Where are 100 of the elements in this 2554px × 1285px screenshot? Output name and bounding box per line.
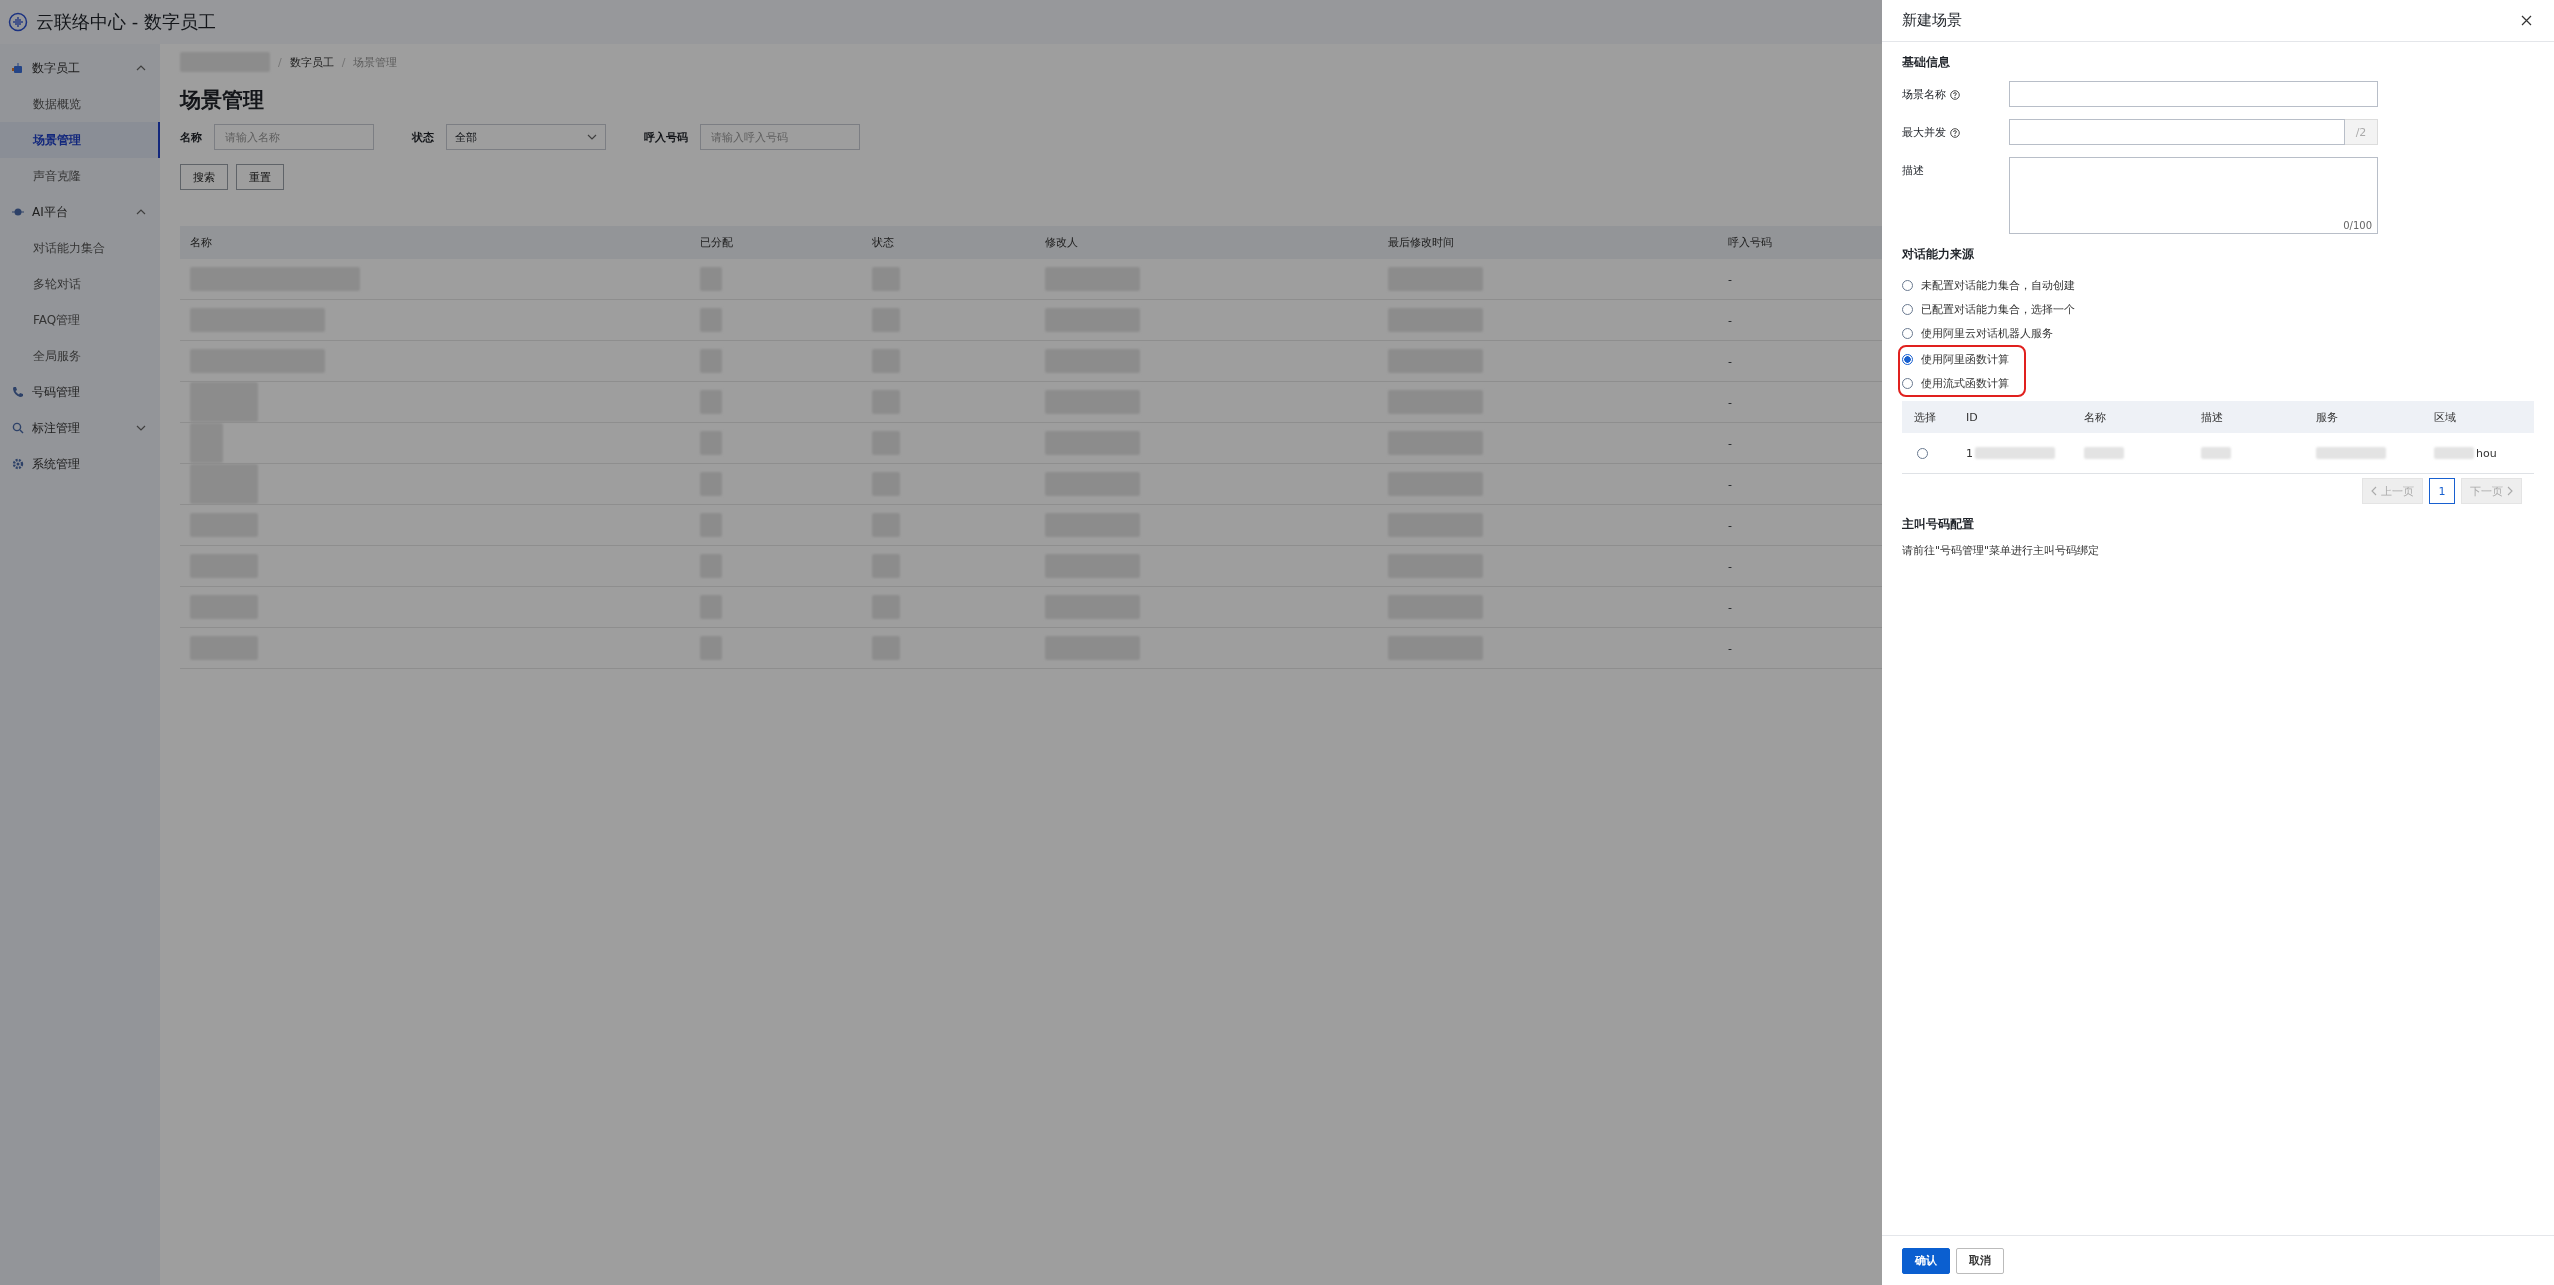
close-button[interactable] [2519,13,2534,28]
radio-label: 未配置对话能力集合，自动创建 [1921,277,2075,293]
help-icon [1950,89,1960,100]
sidebar-group[interactable]: 数字员工 [0,50,160,86]
table-cell: - [1728,641,1732,655]
field-label: 最大并发 [1902,125,1946,140]
radio-unchecked[interactable] [1902,327,1913,339]
column-header: 描述 [2200,409,2224,425]
confirm-button[interactable]: 确认 [1902,1247,1950,1274]
section-title: 基础信息 [1902,54,1951,71]
radio-option[interactable]: 使用流式函数计算 [1902,371,2024,395]
chevron-left-icon [2371,486,2377,496]
sidebar-group[interactable]: 标注管理 [0,410,160,446]
group-label: 系统管理 [32,455,81,473]
group-label: 号码管理 [32,383,81,401]
field-label: 描述 [1902,163,1924,178]
table-cell: - [1728,354,1732,368]
table-cell: - [1728,272,1732,286]
group-label: 标注管理 [32,419,81,437]
sidebar-item[interactable]: FAQ管理 [0,302,160,338]
status-select[interactable]: 全部 [446,124,606,150]
chevron-up-icon [136,209,146,215]
redacted-block [2434,447,2474,459]
textarea-field[interactable] [2009,157,2378,234]
radio-checked[interactable] [1902,353,1913,365]
column-header: 已分配 [700,235,733,250]
group-label: 数字员工 [32,59,81,77]
cancel-button[interactable]: 取消 [1956,1247,2004,1274]
radio-label: 使用阿里云对话机器人服务 [1921,325,2053,341]
radio-option[interactable]: 使用阿里函数计算 [1902,347,2024,371]
radio-unchecked[interactable] [1902,303,1913,315]
char-counter: 0/100 [2343,220,2372,231]
sidebar-item[interactable]: 数据概览 [0,86,160,122]
column-header: 名称 [190,235,212,250]
column-header: 修改人 [1045,235,1078,250]
phone-icon [12,386,24,398]
page-title: 场景管理 [180,87,264,114]
sidebar-group[interactable]: 号码管理 [0,374,160,410]
column-header: 服务 [2315,409,2339,425]
section-title: 对话能力来源 [1902,246,1975,263]
chevron-down-icon [587,134,597,140]
section-title: 主叫号码配置 [1902,516,1975,533]
filter-button[interactable]: 重置 [236,164,284,190]
gear-icon [12,458,24,470]
redacted-block [2084,447,2124,459]
radio-option[interactable]: 已配置对话能力集合，选择一个 [1902,297,2534,321]
radio-option[interactable]: 未配置对话能力集合，自动创建 [1902,273,2534,297]
logo-icon [8,12,28,32]
column-header: 区域 [2433,409,2457,425]
magnifier-icon [12,422,24,434]
table-cell: - [1728,477,1732,491]
table-cell: hou [2476,446,2497,460]
group-label: AI平台 [32,203,69,221]
sidebar-group[interactable]: 系统管理 [0,446,160,482]
drawer-title: 新建场景 [1902,11,1962,30]
breadcrumb-item[interactable]: 数字员工 [289,54,334,70]
breadcrumb-separator: / [278,55,282,69]
close-icon [2521,15,2532,26]
sidebar-item[interactable]: 场景管理 [0,122,160,158]
robot-icon [12,62,24,74]
table-cell: - [1728,518,1732,532]
chevron-right-icon [2507,486,2513,496]
table-cell: - [1728,313,1732,327]
table-cell: - [1728,559,1732,573]
redacted-block [2316,447,2386,459]
chip-icon [12,206,24,218]
sidebar-group[interactable]: AI平台 [0,194,160,230]
column-header: 状态 [872,235,894,250]
radio-option[interactable]: 使用阿里云对话机器人服务 [1902,321,2534,345]
input-field[interactable] [2009,81,2378,107]
column-header: 最后修改时间 [1388,235,1454,250]
sidebar-item[interactable]: 声音克隆 [0,158,160,194]
radio-unchecked[interactable] [1902,279,1913,291]
input-suffix: /2 [2345,119,2378,145]
column-header: 选择 [1913,409,1937,425]
field-label: 场景名称 [1902,87,1946,102]
table-cell: 1 [1966,446,1973,460]
app-title: 云联络中心 - 数字员工 [36,10,216,34]
radio-unchecked[interactable] [1902,377,1913,389]
help-icon [1950,127,1960,138]
column-header: ID [1965,410,1979,424]
filter-label: 名称 [180,129,202,145]
filter-button[interactable]: 搜索 [180,164,228,190]
page-number[interactable]: 1 [2429,478,2455,504]
chevron-up-icon [136,65,146,71]
column-header: 名称 [2083,409,2107,425]
radio-label: 使用流式函数计算 [1921,375,2009,391]
radio-label: 已配置对话能力集合，选择一个 [1921,301,2075,317]
table-cell: - [1728,600,1732,614]
sidebar-item[interactable]: 对话能力集合 [0,230,160,266]
breadcrumb-separator: / [341,55,346,69]
sidebar-item[interactable]: 多轮对话 [0,266,160,302]
redacted-block [2201,447,2231,459]
sidebar-item[interactable]: 全局服务 [0,338,160,374]
select-value: 全部 [455,129,477,145]
row-radio[interactable] [1917,447,1928,459]
column-header: 呼入号码 [1728,235,1772,250]
filter-label: 呼入号码 [644,129,688,145]
hint-text: 请前往"号码管理"菜单进行主叫号码绑定 [1902,543,2101,558]
filter-label: 状态 [412,129,434,145]
